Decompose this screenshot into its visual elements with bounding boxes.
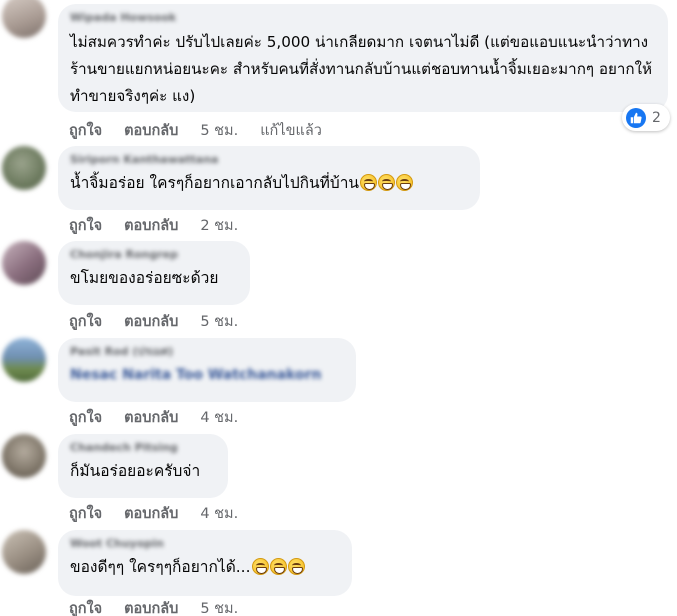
thumbs-up-icon — [626, 107, 646, 128]
like-link[interactable]: ถูกใจ — [69, 597, 102, 616]
comment-text: ไม่สมควรทำค่ะ ปรับไปเลยค่ะ 5,000 น่าเกลี… — [70, 33, 653, 105]
reply-link[interactable]: ตอบกลับ — [124, 119, 178, 142]
reply-link[interactable]: ตอบกลับ — [124, 214, 178, 237]
comment-timestamp[interactable]: 2 ชม. — [200, 214, 238, 237]
grinning-face-icon — [360, 174, 378, 191]
comment-author[interactable]: Pasit Rod (ปรเมศ) — [70, 346, 344, 358]
grinning-face-icon — [251, 558, 269, 575]
comment-text: น้ำจิ้มอร่อย ใครๆก็อยากเอากลับไปกินที่บ้… — [70, 171, 468, 196]
avatar[interactable] — [2, 338, 46, 382]
comment-actions: ถูกใจ ตอบกลับ 5 ชม. — [69, 310, 260, 333]
comment-bubble: Chandech Pitsing ก็มันอร่อยอะครับจ่า — [58, 434, 228, 498]
comment-author[interactable]: Woot Chuyopin — [70, 538, 340, 550]
comment-actions: ถูกใจ ตอบกลับ 5 ชม. แก้ไขแล้ว — [69, 119, 322, 142]
comment-actions: ถูกใจ ตอบกลับ 5 ชม. — [69, 597, 260, 616]
reply-link[interactable]: ตอบกลับ — [124, 310, 178, 333]
comment-author[interactable]: Siriporn Kanthawattana — [70, 154, 468, 166]
like-link[interactable]: ถูกใจ — [69, 214, 102, 237]
comment-text-content: น้ำจิ้มอร่อย ใครๆก็อยากเอากลับไปกินที่บ้… — [70, 174, 360, 192]
reply-link[interactable]: ตอบกลับ — [124, 406, 178, 429]
comment-bubble: Pasit Rod (ปรเมศ) Nesac Narita Too Watch… — [58, 338, 356, 402]
comment-author[interactable]: Wipada Howsook — [70, 12, 656, 24]
avatar[interactable] — [2, 0, 46, 38]
comment-text: ขโมยของอร่อยซะด้วย — [70, 269, 219, 287]
comment-text-content: ของดีๆๆ ใครๆๆก็อยากได้... — [70, 558, 251, 576]
like-link[interactable]: ถูกใจ — [69, 406, 102, 429]
comment-timestamp[interactable]: 5 ชม. — [200, 310, 238, 333]
comment-timestamp[interactable]: 5 ชม. — [200, 119, 238, 142]
reaction-count: 2 — [652, 109, 661, 126]
reply-link[interactable]: ตอบกลับ — [124, 502, 178, 525]
comment-text: ก็มันอร่อยอะครับจ่า — [70, 462, 201, 480]
comment-actions: ถูกใจ ตอบกลับ 4 ชม. — [69, 406, 260, 429]
edited-label[interactable]: แก้ไขแล้ว — [260, 119, 322, 142]
like-link[interactable]: ถูกใจ — [69, 119, 102, 142]
comment-author[interactable]: Chandech Pitsing — [70, 442, 216, 454]
comment-bubble: Siriporn Kanthawattana น้ำจิ้มอร่อย ใครๆ… — [58, 146, 480, 210]
comment-timestamp[interactable]: 4 ชม. — [200, 502, 238, 525]
comment-bubble: Chonjira Rongrep ขโมยของอร่อยซะด้วย — [58, 241, 250, 305]
comment-tag[interactable]: Nesac Narita Too Watchanakorn — [70, 363, 344, 388]
grinning-face-icon — [287, 558, 305, 575]
grinning-face-icon — [378, 174, 396, 191]
grinning-face-icon — [269, 558, 287, 575]
comment-text: ของดีๆๆ ใครๆๆก็อยากได้... — [70, 555, 340, 580]
grinning-face-icon — [396, 174, 414, 191]
avatar[interactable] — [2, 241, 46, 285]
like-link[interactable]: ถูกใจ — [69, 502, 102, 525]
reply-link[interactable]: ตอบกลับ — [124, 597, 178, 616]
reaction-count-badge[interactable]: 2 — [622, 104, 670, 131]
comment-actions: ถูกใจ ตอบกลับ 2 ชม. — [69, 214, 260, 237]
comment-actions: ถูกใจ ตอบกลับ 4 ชม. — [69, 502, 260, 525]
comment-author[interactable]: Chonjira Rongrep — [70, 249, 238, 261]
avatar[interactable] — [2, 146, 46, 190]
like-link[interactable]: ถูกใจ — [69, 310, 102, 333]
comment-bubble: Woot Chuyopin ของดีๆๆ ใครๆๆก็อยากได้... — [58, 530, 352, 596]
avatar[interactable] — [2, 530, 46, 574]
comment-timestamp[interactable]: 5 ชม. — [200, 597, 238, 616]
comment-timestamp[interactable]: 4 ชม. — [200, 406, 238, 429]
avatar[interactable] — [2, 434, 46, 478]
comment-bubble: Wipada Howsook ไม่สมควรทำค่ะ ปรับไปเลยค่… — [58, 4, 668, 112]
